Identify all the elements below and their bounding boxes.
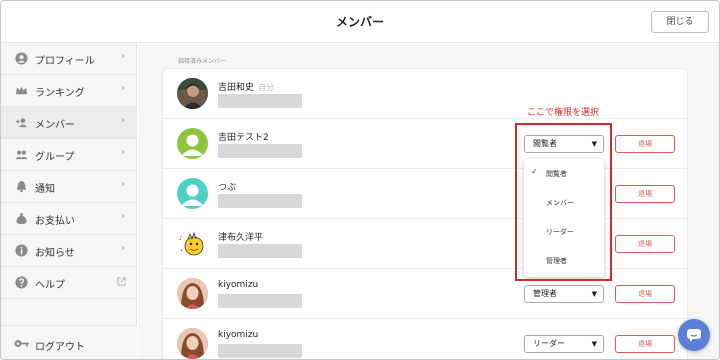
bell-icon	[16, 180, 27, 193]
chat-icon	[687, 329, 701, 342]
group-icon	[15, 150, 28, 160]
annotation-highlight-box	[515, 123, 612, 281]
avatar	[177, 278, 208, 309]
self-tag: 自分	[258, 83, 275, 92]
sidebar-item-profile[interactable]: プロフィール ›	[1, 43, 137, 75]
logout-label: ログアウト	[35, 342, 85, 353]
member-name: 吉田テスト2	[218, 133, 269, 143]
sidebar-item-label: お支払い	[35, 216, 75, 227]
leave-button[interactable]: 退場	[615, 185, 675, 203]
redacted-email	[218, 244, 302, 258]
main-content: 招待済みメンバー 吉田和史 自分 吉田テスト2 閲覧者 ▼ 退場 つぶ 退場 ♪…	[138, 44, 719, 359]
chevron-right-icon: ›	[121, 243, 125, 254]
sidebar-item-label: お知らせ	[35, 248, 75, 259]
sidebar-item-label: ランキング	[35, 88, 85, 99]
dropdown-arrow-icon: ▼	[591, 340, 597, 348]
chevron-right-icon: ›	[121, 115, 125, 126]
leave-button[interactable]: 退場	[615, 235, 675, 253]
redacted-email	[218, 194, 302, 208]
member-row: kiyomizu リーダー ▼ 退場	[163, 319, 689, 359]
sidebar-item-help[interactable]: ヘルプ	[1, 267, 137, 299]
close-button[interactable]: 閉じる	[651, 11, 709, 33]
member-name: 吉田和史 自分	[218, 83, 275, 93]
key-icon	[14, 340, 29, 347]
annotation-text: ここで権限を選択	[527, 108, 600, 118]
logout-button[interactable]: ログアウト	[1, 325, 137, 359]
chevron-right-icon: ›	[121, 147, 125, 158]
sidebar-item-label: メンバー	[35, 120, 75, 131]
page-title: メンバー	[335, 15, 384, 29]
dropdown-arrow-icon: ▼	[591, 290, 597, 298]
leave-button[interactable]: 退場	[615, 135, 675, 153]
avatar	[177, 128, 208, 159]
crown-icon	[15, 86, 28, 95]
role-select[interactable]: 管理者 ▼	[524, 285, 604, 303]
redacted-email	[218, 344, 302, 358]
chevron-right-icon: ›	[121, 51, 125, 62]
section-label: 招待済みメンバー	[178, 58, 227, 65]
question-icon	[15, 276, 28, 289]
svg-text:•: •	[180, 248, 183, 254]
member-name: kiyomizu	[218, 280, 259, 290]
avatar: ♪ •	[177, 228, 208, 259]
sidebar-item-notifications[interactable]: 通知 ›	[1, 171, 137, 203]
member-row: 吉田和史 自分	[163, 69, 689, 119]
avatar	[177, 328, 208, 359]
chevron-right-icon: ›	[121, 83, 125, 94]
sidebar-item-members[interactable]: メンバー ›	[1, 107, 137, 139]
redacted-email	[218, 144, 302, 158]
sidebar-item-payment[interactable]: お支払い ›	[1, 203, 137, 235]
redacted-email	[218, 294, 302, 308]
header: メンバー 閉じる	[1, 1, 719, 43]
chevron-right-icon: ›	[121, 179, 125, 190]
sidebar-item-news[interactable]: お知らせ ›	[1, 235, 137, 267]
avatar	[177, 178, 208, 209]
info-icon	[15, 244, 28, 257]
add-person-icon	[15, 118, 28, 128]
settings-window: メンバー 閉じる プロフィール › ランキング › メンバー › グループ › …	[0, 0, 720, 360]
sidebar-item-ranking[interactable]: ランキング ›	[1, 75, 137, 107]
sidebar-item-label: プロフィール	[35, 56, 95, 67]
member-name: つぶ	[218, 183, 237, 193]
avatar	[177, 78, 208, 109]
person-circle-icon	[15, 52, 28, 65]
chat-button[interactable]	[678, 319, 710, 351]
sidebar-item-groups[interactable]: グループ ›	[1, 139, 137, 171]
svg-text:♪: ♪	[179, 235, 183, 242]
role-select[interactable]: リーダー ▼	[524, 335, 604, 353]
money-bag-icon	[16, 213, 27, 225]
sidebar-item-label: グループ	[35, 152, 75, 163]
sidebar-item-label: 通知	[35, 184, 55, 195]
chevron-right-icon: ›	[121, 211, 125, 222]
member-name: kiyomizu	[218, 330, 259, 340]
member-name: 津布久洋平	[218, 233, 264, 243]
leave-button[interactable]: 退場	[615, 335, 675, 353]
external-link-icon	[117, 277, 126, 286]
leave-button[interactable]: 退場	[615, 285, 675, 303]
sidebar-item-label: ヘルプ	[35, 280, 65, 291]
redacted-email	[218, 94, 302, 108]
sidebar: プロフィール › ランキング › メンバー › グループ › 通知 › お支払い…	[1, 43, 137, 359]
